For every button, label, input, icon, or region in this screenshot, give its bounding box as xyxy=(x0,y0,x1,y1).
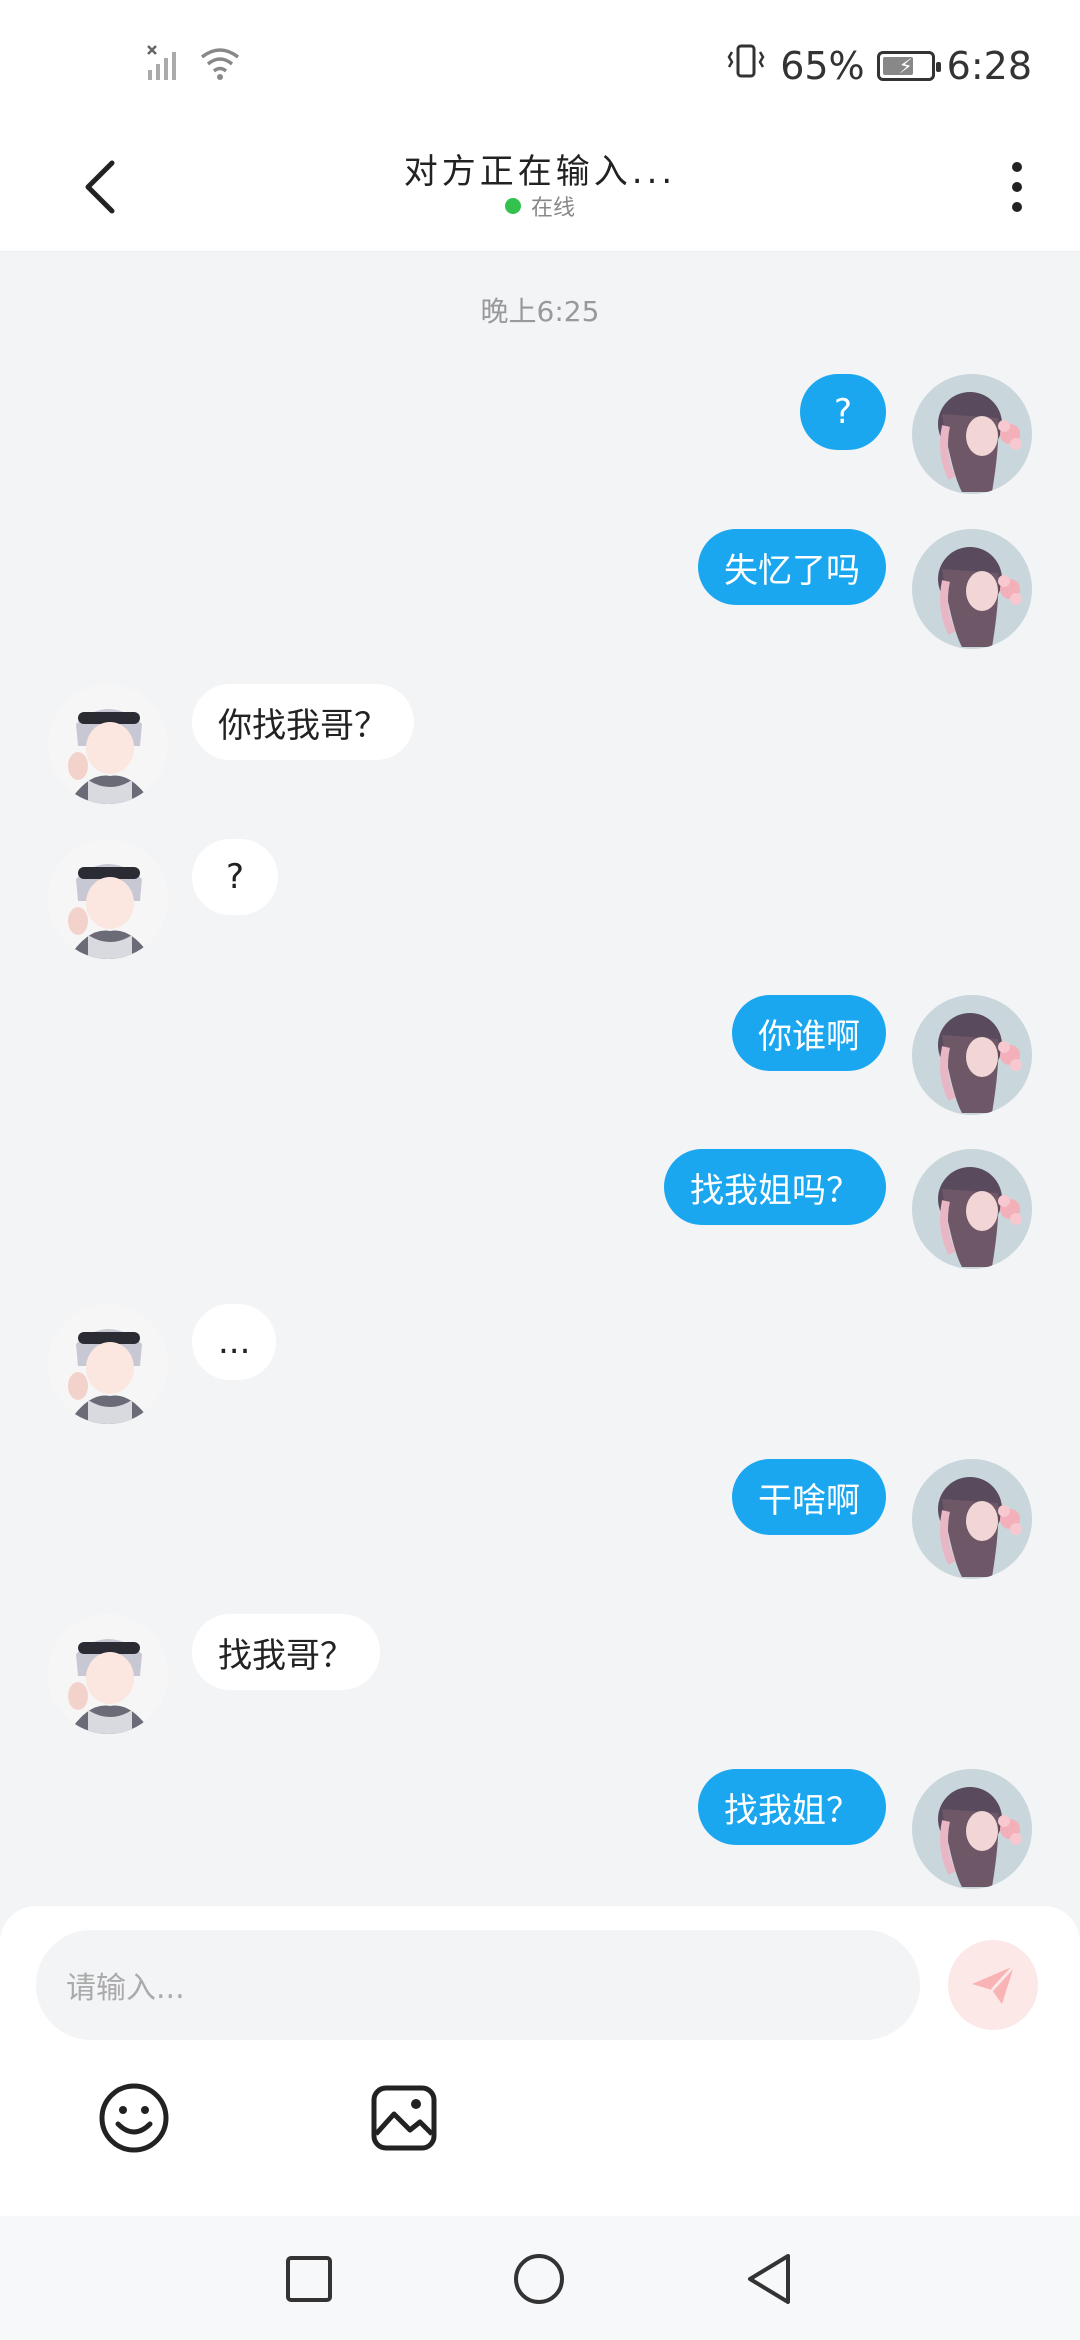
contact-avatar[interactable] xyxy=(48,684,168,804)
battery-icon: ⚡ xyxy=(876,50,941,81)
my-avatar[interactable] xyxy=(912,1149,1032,1269)
sent-message-bubble[interactable]: ? xyxy=(800,374,886,450)
message-row: 找我姐？ xyxy=(0,1769,1080,1889)
chat-header: 对方正在输入... 在线 xyxy=(0,126,1080,252)
sent-message-bubble[interactable]: 干啥啊 xyxy=(732,1459,886,1535)
received-message-bubble[interactable]: 你找我哥？ xyxy=(192,684,414,760)
sent-message-bubble[interactable]: 找我姐吗？ xyxy=(664,1149,886,1225)
square-icon xyxy=(286,2256,332,2302)
online-status-label: 在线 xyxy=(530,196,575,221)
received-message-bubble[interactable]: 找我哥？ xyxy=(192,1614,380,1690)
message-row: ? xyxy=(0,839,1080,959)
send-icon xyxy=(972,1964,1016,2004)
composer: 请输入... xyxy=(0,1906,1080,2216)
my-avatar[interactable] xyxy=(912,1459,1032,1579)
my-avatar[interactable] xyxy=(912,374,1032,494)
status-right: 65% ⚡ 6:28 xyxy=(724,42,1032,89)
emoji-button[interactable] xyxy=(96,2080,172,2156)
online-status: 在线 xyxy=(0,190,1080,222)
message-row: 干啥啊 xyxy=(0,1459,1080,1579)
contact-avatar[interactable] xyxy=(48,1304,168,1424)
charging-bolt-icon: ⚡ xyxy=(898,53,913,78)
clock: 6:28 xyxy=(946,43,1032,88)
contact-avatar[interactable] xyxy=(48,1614,168,1734)
home-button[interactable] xyxy=(512,2252,566,2306)
my-avatar[interactable] xyxy=(912,529,1032,649)
message-row: 你谁啊 xyxy=(0,995,1080,1115)
my-avatar[interactable] xyxy=(912,995,1032,1115)
more-vertical-icon xyxy=(1012,162,1022,172)
vibrate-icon xyxy=(724,42,768,89)
contact-avatar[interactable] xyxy=(48,839,168,959)
message-row: 你找我哥？ xyxy=(0,684,1080,804)
status-bar: 65% ⚡ 6:28 xyxy=(0,0,1080,126)
wifi-icon xyxy=(198,45,242,85)
message-row: ... xyxy=(0,1304,1080,1424)
my-avatar[interactable] xyxy=(912,1769,1032,1889)
sent-message-bubble[interactable]: 失忆了吗 xyxy=(698,529,886,605)
smiley-icon xyxy=(99,2083,169,2153)
circle-icon xyxy=(514,2254,564,2304)
received-message-bubble[interactable]: ? xyxy=(192,839,278,915)
triangle-back-icon xyxy=(748,2254,790,2304)
received-message-bubble[interactable]: ... xyxy=(192,1304,277,1380)
image-icon xyxy=(371,2085,437,2151)
system-nav-bar xyxy=(0,2216,1080,2340)
sent-message-bubble[interactable]: 找我姐？ xyxy=(698,1769,886,1845)
battery-percent: 65% xyxy=(780,43,865,88)
online-dot-icon xyxy=(504,198,521,214)
message-input[interactable]: 请输入... xyxy=(36,1930,920,2040)
signal-off-icon xyxy=(146,44,184,86)
back-nav-button[interactable] xyxy=(742,2252,796,2306)
sent-message-bubble[interactable]: 你谁啊 xyxy=(732,995,886,1071)
message-row: 找我姐吗？ xyxy=(0,1149,1080,1269)
message-timestamp: 晚上6:25 xyxy=(480,295,600,328)
more-options-button[interactable] xyxy=(992,152,1042,222)
message-row: 找我哥？ xyxy=(0,1614,1080,1734)
chat-area[interactable]: 晚上6:25 ? 失忆了吗你找我哥？? 你谁啊找我姐吗？... 干啥啊找我哥？ 找我姐？ xyxy=(0,252,1080,1907)
message-row: ? xyxy=(0,374,1080,494)
page-title: 对方正在输入... xyxy=(403,152,677,192)
message-row: 失忆了吗 xyxy=(0,529,1080,649)
status-left xyxy=(146,44,242,86)
send-button[interactable] xyxy=(948,1940,1038,2030)
recents-button[interactable] xyxy=(282,2252,336,2306)
image-button[interactable] xyxy=(366,2080,442,2156)
